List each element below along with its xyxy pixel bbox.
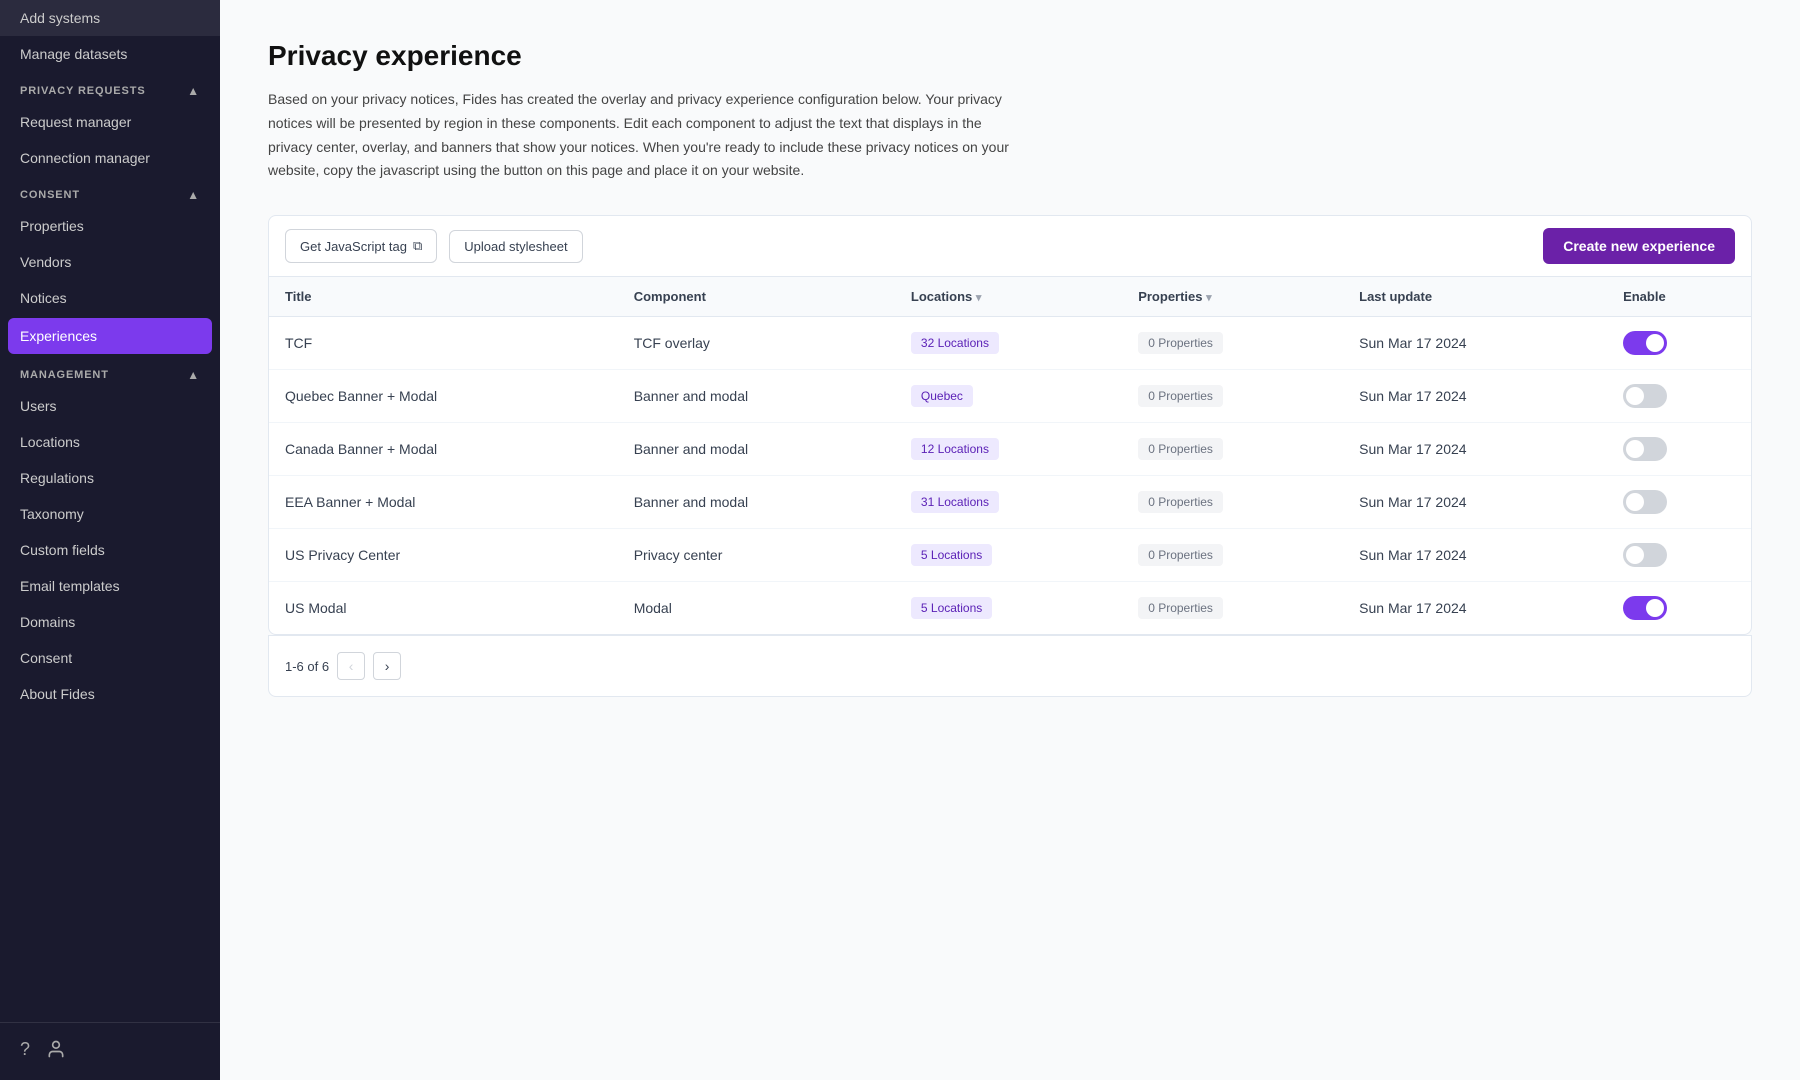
sidebar-item-locations[interactable]: Locations (0, 424, 220, 460)
sidebar-item-custom-fields[interactable]: Custom fields (0, 532, 220, 568)
sidebar-item-connection-manager[interactable]: Connection manager (0, 140, 220, 176)
pagination-prev-button[interactable]: ‹ (337, 652, 365, 680)
cell-enable-5[interactable] (1607, 582, 1751, 635)
table-row: TCF TCF overlay 32 Locations 0 Propertie… (269, 317, 1751, 370)
cell-locations-3: 31 Locations (895, 476, 1122, 529)
cell-component-2: Banner and modal (618, 423, 895, 476)
sort-icon-locations: ▾ (976, 292, 982, 304)
cell-title-4: US Privacy Center (269, 529, 618, 582)
cell-last-update-4: Sun Mar 17 2024 (1343, 529, 1607, 582)
chevron-up-icon: ▲ (187, 84, 200, 98)
page-description: Based on your privacy notices, Fides has… (268, 88, 1028, 183)
enable-toggle-2[interactable] (1623, 437, 1667, 461)
pagination-next-button[interactable]: › (373, 652, 401, 680)
sidebar-item-consent[interactable]: Consent (0, 640, 220, 676)
sidebar-item-notices[interactable]: Notices (0, 280, 220, 316)
sidebar-section-consent[interactable]: CONSENT ▲ (0, 176, 220, 208)
enable-toggle-1[interactable] (1623, 384, 1667, 408)
sidebar-item-domains[interactable]: Domains (0, 604, 220, 640)
upload-stylesheet-button[interactable]: Upload stylesheet (449, 230, 582, 263)
enable-toggle-3[interactable] (1623, 490, 1667, 514)
cell-title-3: EEA Banner + Modal (269, 476, 618, 529)
sidebar-item-vendors[interactable]: Vendors (0, 244, 220, 280)
get-js-tag-button[interactable]: Get JavaScript tag ⧉ (285, 229, 437, 263)
sidebar-bottom: ? (0, 1022, 220, 1080)
col-last-update: Last update (1343, 277, 1607, 317)
user-icon[interactable] (46, 1039, 66, 1064)
main-content: Privacy experience Based on your privacy… (220, 0, 1800, 1080)
cell-title-2: Canada Banner + Modal (269, 423, 618, 476)
chevron-up-icon-management: ▲ (187, 368, 200, 382)
cell-locations-5: 5 Locations (895, 582, 1122, 635)
help-icon[interactable]: ? (20, 1039, 30, 1064)
cell-enable-2[interactable] (1607, 423, 1751, 476)
table-row: US Modal Modal 5 Locations 0 Properties … (269, 582, 1751, 635)
cell-properties-2: 0 Properties (1122, 423, 1343, 476)
col-properties[interactable]: Properties ▾ (1122, 277, 1343, 317)
col-enable: Enable (1607, 277, 1751, 317)
cell-properties-0: 0 Properties (1122, 317, 1343, 370)
upload-stylesheet-label: Upload stylesheet (464, 239, 567, 254)
cell-properties-3: 0 Properties (1122, 476, 1343, 529)
table-row: Quebec Banner + Modal Banner and modal Q… (269, 370, 1751, 423)
sidebar-item-properties[interactable]: Properties (0, 208, 220, 244)
cell-locations-2: 12 Locations (895, 423, 1122, 476)
sidebar-section-management[interactable]: MANAGEMENT ▲ (0, 356, 220, 388)
sort-icon-properties: ▾ (1206, 292, 1212, 304)
table-row: EEA Banner + Modal Banner and modal 31 L… (269, 476, 1751, 529)
copy-icon: ⧉ (413, 238, 422, 254)
sidebar-item-taxonomy[interactable]: Taxonomy (0, 496, 220, 532)
sidebar-item-regulations[interactable]: Regulations (0, 460, 220, 496)
cell-last-update-2: Sun Mar 17 2024 (1343, 423, 1607, 476)
cell-locations-1: Quebec (895, 370, 1122, 423)
cell-last-update-3: Sun Mar 17 2024 (1343, 476, 1607, 529)
cell-enable-0[interactable] (1607, 317, 1751, 370)
sidebar-item-experiences[interactable]: Experiences (8, 318, 212, 354)
cell-locations-0: 32 Locations (895, 317, 1122, 370)
create-new-experience-button[interactable]: Create new experience (1543, 228, 1735, 264)
col-component: Component (618, 277, 895, 317)
sidebar-item-email-templates[interactable]: Email templates (0, 568, 220, 604)
cell-properties-4: 0 Properties (1122, 529, 1343, 582)
cell-component-5: Modal (618, 582, 895, 635)
cell-title-0: TCF (269, 317, 618, 370)
page-title: Privacy experience (268, 40, 1752, 72)
col-locations[interactable]: Locations ▾ (895, 277, 1122, 317)
experiences-table: Title Component Locations ▾ Properties ▾… (268, 276, 1752, 635)
pagination-label: 1-6 of 6 (285, 659, 329, 674)
col-title: Title (269, 277, 618, 317)
sidebar-item-about-fides[interactable]: About Fides (0, 676, 220, 712)
toolbar: Get JavaScript tag ⧉ Upload stylesheet C… (268, 215, 1752, 276)
table-row: US Privacy Center Privacy center 5 Locat… (269, 529, 1751, 582)
cell-title-1: Quebec Banner + Modal (269, 370, 618, 423)
sidebar-item-request-manager[interactable]: Request manager (0, 104, 220, 140)
cell-component-3: Banner and modal (618, 476, 895, 529)
cell-last-update-5: Sun Mar 17 2024 (1343, 582, 1607, 635)
chevron-up-icon-consent: ▲ (187, 188, 200, 202)
cell-properties-1: 0 Properties (1122, 370, 1343, 423)
sidebar-item-users[interactable]: Users (0, 388, 220, 424)
table-row: Canada Banner + Modal Banner and modal 1… (269, 423, 1751, 476)
cell-component-0: TCF overlay (618, 317, 895, 370)
cell-component-4: Privacy center (618, 529, 895, 582)
enable-toggle-0[interactable] (1623, 331, 1667, 355)
enable-toggle-5[interactable] (1623, 596, 1667, 620)
sidebar-item-add-systems[interactable]: Add systems (0, 0, 220, 36)
cell-enable-3[interactable] (1607, 476, 1751, 529)
pagination: 1-6 of 6 ‹ › (268, 635, 1752, 697)
cell-component-1: Banner and modal (618, 370, 895, 423)
cell-properties-5: 0 Properties (1122, 582, 1343, 635)
cell-locations-4: 5 Locations (895, 529, 1122, 582)
cell-title-5: US Modal (269, 582, 618, 635)
cell-enable-4[interactable] (1607, 529, 1751, 582)
cell-last-update-1: Sun Mar 17 2024 (1343, 370, 1607, 423)
cell-enable-1[interactable] (1607, 370, 1751, 423)
cell-last-update-0: Sun Mar 17 2024 (1343, 317, 1607, 370)
sidebar: Add systems Manage datasets PRIVACY REQU… (0, 0, 220, 1080)
sidebar-item-manage-datasets[interactable]: Manage datasets (0, 36, 220, 72)
get-js-tag-label: Get JavaScript tag (300, 239, 407, 254)
sidebar-section-privacy-requests[interactable]: PRIVACY REQUESTS ▲ (0, 72, 220, 104)
enable-toggle-4[interactable] (1623, 543, 1667, 567)
